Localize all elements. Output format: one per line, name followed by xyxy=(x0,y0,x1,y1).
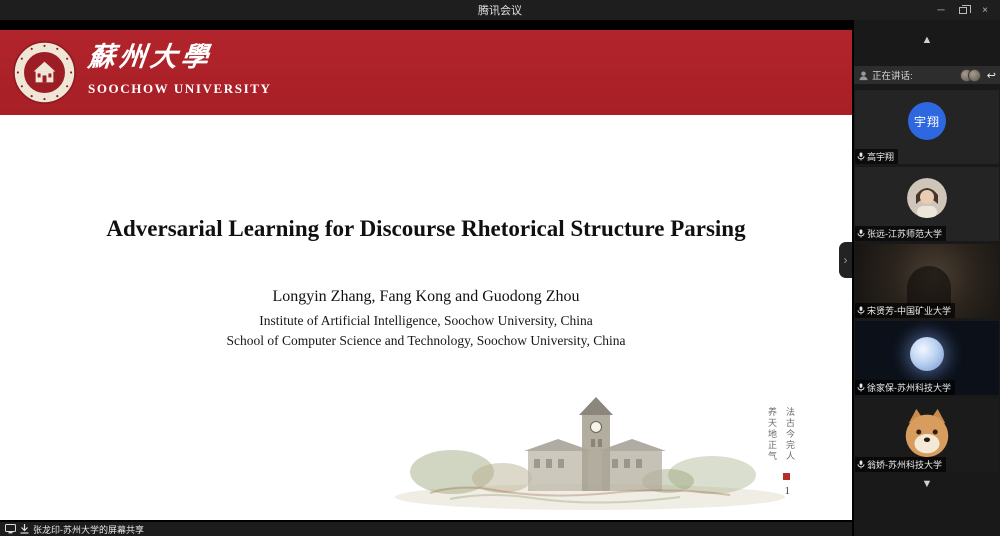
minimize-icon: ─ xyxy=(937,5,944,16)
slide-affiliation-2: School of Computer Science and Technolog… xyxy=(0,333,852,349)
close-icon: × xyxy=(982,5,988,16)
scroll-up-icon: ▲ xyxy=(922,34,933,46)
motto-line-left: 法古今完人 xyxy=(783,407,796,462)
presentation-slide: 蘇州大學 SOOCHOW UNIVERSITY Adversarial Lear… xyxy=(0,30,852,520)
scroll-up-button[interactable]: ▲ xyxy=(854,34,1000,46)
minimize-button[interactable]: ─ xyxy=(930,0,952,20)
download-arrow-icon xyxy=(20,524,29,534)
motto-line-right: 养天地正气 xyxy=(765,407,778,462)
participant-name-badge: 宋贤芳-中国矿业大学 xyxy=(855,303,955,318)
window-title: 腾讯会议 xyxy=(478,2,522,18)
scroll-down-icon: ▼ xyxy=(922,478,933,490)
speaking-avatar xyxy=(968,69,981,82)
participant-name: 徐家保-苏州科技大学 xyxy=(867,381,951,394)
sidebar-collapse-handle[interactable]: › xyxy=(839,242,852,278)
slide-header-banner: 蘇州大學 SOOCHOW UNIVERSITY xyxy=(0,30,852,115)
maximize-button[interactable] xyxy=(952,0,974,20)
moon-avatar xyxy=(910,337,944,371)
screen-share-label: 张龙印-苏州大学的屏幕共享 xyxy=(33,523,144,536)
participant-tile[interactable]: 宇翔 高宇翔 xyxy=(855,90,999,164)
avatar-photo xyxy=(907,178,947,218)
campus-watercolor-illustration: 养天地正气 法古今完人 xyxy=(390,375,810,515)
participant-name: 翁娇-苏州科技大学 xyxy=(867,458,942,471)
participant-tile[interactable]: 张远-江苏师范大学 xyxy=(855,167,999,241)
now-speaking-bar[interactable]: 正在讲话: ↩ xyxy=(854,66,1000,84)
mic-icon xyxy=(857,152,865,161)
campus-building-drawing xyxy=(390,375,810,515)
reply-arrow-icon[interactable]: ↩ xyxy=(987,69,996,82)
scroll-down-button[interactable]: ▼ xyxy=(854,478,1000,490)
monitor-icon xyxy=(5,524,16,534)
participant-tile[interactable]: 徐家保-苏州科技大学 xyxy=(855,321,999,395)
university-seal-logo xyxy=(13,41,76,104)
slide-authors: Longyin Zhang, Fang Kong and Guodong Zho… xyxy=(0,288,852,306)
now-speaking-label: 正在讲话: xyxy=(872,68,913,82)
slide-page-number: 1 xyxy=(785,485,791,497)
participant-tile[interactable]: 宋贤芳-中国矿业大学 xyxy=(855,244,999,318)
dog-avatar xyxy=(898,404,956,462)
motto-red-seal xyxy=(783,473,790,480)
screen-share-statusbar: 张龙印-苏州大学的屏幕共享 xyxy=(0,522,852,536)
participant-name: 张远-江苏师范大学 xyxy=(867,227,942,240)
window-titlebar: 腾讯会议 ─ × xyxy=(0,0,1000,20)
restore-icon xyxy=(959,7,967,14)
dog-photo-icon xyxy=(898,404,956,462)
collapse-arrow-icon: › xyxy=(844,253,848,267)
avatar-initials: 宇翔 xyxy=(908,102,946,140)
speaking-avatars xyxy=(960,69,981,82)
participant-name: 高宇翔 xyxy=(867,150,894,163)
participant-name: 宋贤芳-中国矿业大学 xyxy=(867,304,951,317)
mic-icon xyxy=(857,229,865,238)
seal-icon xyxy=(13,41,76,104)
slide-affiliation-1: Institute of Artificial Intelligence, So… xyxy=(0,313,852,329)
slide-title: Adversarial Learning for Discourse Rheto… xyxy=(0,216,852,242)
shared-screen-area: 蘇州大學 SOOCHOW UNIVERSITY Adversarial Lear… xyxy=(0,20,852,536)
participant-tile[interactable]: 翁娇-苏州科技大学 xyxy=(855,398,999,472)
mic-icon xyxy=(857,383,865,392)
university-logotype: 蘇州大學 SOOCHOW UNIVERSITY xyxy=(88,40,272,97)
window-controls: ─ × xyxy=(930,0,996,20)
university-name-english: SOOCHOW UNIVERSITY xyxy=(88,81,272,97)
mic-icon xyxy=(857,460,865,469)
university-name-calligraphy: 蘇州大學 xyxy=(86,40,273,75)
participants-sidebar: ▲ 正在讲话: ↩ 宇翔 高宇翔 xyxy=(852,20,1000,536)
participant-name-badge: 高宇翔 xyxy=(855,149,898,164)
participant-name-badge: 徐家保-苏州科技大学 xyxy=(855,380,955,395)
close-button[interactable]: × xyxy=(974,0,996,20)
mic-icon xyxy=(857,306,865,315)
speaker-person-icon xyxy=(858,70,869,81)
participant-name-badge: 翁娇-苏州科技大学 xyxy=(855,457,946,472)
person-photo-icon xyxy=(907,178,947,218)
participant-name-badge: 张远-江苏师范大学 xyxy=(855,226,946,241)
university-motto-calligraphy: 养天地正气 法古今完人 xyxy=(765,407,796,462)
tencent-meeting-window: 腾讯会议 ─ × xyxy=(0,0,1000,536)
participant-tile-list: 宇翔 高宇翔 xyxy=(855,90,999,472)
